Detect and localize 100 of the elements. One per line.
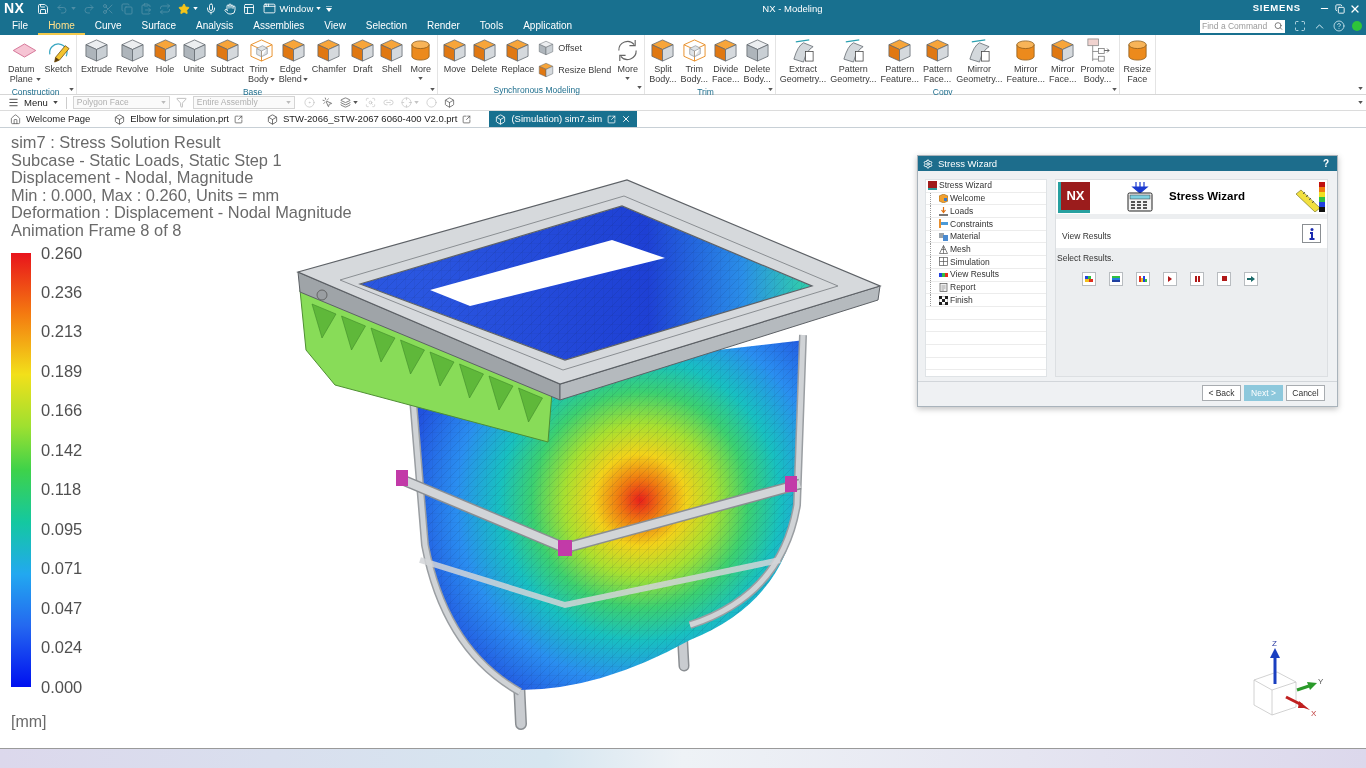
ribbon-tab[interactable]: View [314,17,356,35]
ribbon-button[interactable]: Unite [179,37,209,74]
ribbon-button[interactable]: Mirror Feature... [1004,37,1047,84]
legend-value: 0.047 [41,597,83,618]
ribbon-tab[interactable]: Surface [131,17,186,35]
ribbon-button[interactable]: Subtract [208,37,247,74]
ribbon-button[interactable]: Split Body... [647,37,679,84]
command-search-field[interactable]: Find a Command [1200,19,1285,33]
fullscreen-icon[interactable] [1294,20,1306,32]
ribbon-button[interactable]: Delete [469,37,500,74]
ribbon-button[interactable]: Resize Face [1121,37,1154,84]
part-icon [114,113,126,125]
help-icon[interactable] [1333,20,1345,32]
ribbon-button[interactable]: Extract Geometry... [777,37,829,84]
axis-label: Z [1272,639,1277,648]
window-menu[interactable]: Window [263,0,322,17]
ribbon-button[interactable]: Extrude [79,37,115,74]
ribbon-tab[interactable]: Assemblies [243,17,315,35]
ribbon-tab[interactable]: File [2,17,39,35]
tree-item[interactable]: Simulation [926,256,1046,269]
close-icon[interactable] [621,114,632,124]
star-icon[interactable] [178,2,191,15]
result-info-text: Deformation : Displacement - Nodal Magnitude [11,204,352,222]
ribbon-tab[interactable]: Application [513,17,583,35]
ribbon-button[interactable]: Offset [538,40,612,56]
legend-unit: [mm] [11,711,47,732]
group-label: Synchronous Modeling [493,84,580,95]
microphone-icon[interactable] [205,2,218,15]
tree-item[interactable]: Material [926,230,1046,244]
overflow-caret-icon[interactable] [326,5,333,12]
ribbon-button[interactable]: Shell [377,37,407,74]
ribbon-button[interactable]: Hole [150,37,180,74]
document-tab[interactable]: Elbow for simulation.prt [108,111,249,127]
ribbon-button[interactable]: Edge Blend [276,37,310,84]
ribbon-button[interactable]: Revolve [114,37,151,74]
tool-button[interactable] [1244,271,1258,286]
help-button[interactable]: ? [1322,157,1329,170]
ribbon-tab[interactable]: Analysis [185,17,244,35]
ribbon-button[interactable]: More [613,37,643,80]
dialog-button[interactable]: < Back [1202,385,1241,401]
ribbon-button[interactable]: Replace [499,37,537,74]
caret-icon [1358,101,1363,104]
document-tab[interactable]: STW-2066_STW-2067 6060-400 V2.0.prt [261,111,478,127]
tree-item[interactable]: Finish [926,294,1046,307]
arrow-icon [1247,275,1255,282]
popout-icon[interactable] [234,114,243,124]
ribbon-button[interactable]: Trim Body... [678,37,710,84]
tool-button[interactable] [1190,271,1204,286]
wireframe-cube-icon [248,37,274,63]
tree-item[interactable]: Stress Wizard [926,180,1046,193]
tool-button[interactable] [1217,271,1231,286]
ribbon-button[interactable]: Pattern Face... [921,37,955,84]
ribbon-tab[interactable]: Curve [84,17,132,35]
tree-item[interactable]: View Results [926,268,1046,282]
tree-item[interactable]: Mesh [926,243,1046,257]
part-icon [267,113,278,125]
pointer-icon[interactable] [321,97,333,108]
ribbon-button[interactable]: Pattern Feature... [878,37,922,84]
ribbon-button[interactable]: Pattern Geometry... [828,37,879,84]
ribbon-button[interactable]: Promote Body... [1078,37,1117,84]
ribbon-button[interactable]: Datum Plane [6,37,43,84]
caret-icon [52,101,58,104]
ribbon-button[interactable]: Mirror Face... [1047,37,1079,84]
home-icon [10,113,21,125]
restore-button[interactable] [1332,1,1347,16]
layers-icon[interactable] [339,97,351,108]
save-icon[interactable] [37,2,50,15]
tool-button[interactable] [1163,271,1177,286]
tool-button[interactable] [1109,271,1123,286]
ribbon-tab[interactable]: Selection [355,17,417,35]
tool-button[interactable] [1136,271,1150,286]
hand-icon[interactable] [224,2,237,15]
ribbon-button[interactable]: Move [440,37,470,74]
tree-item[interactable]: Welcome [926,192,1046,206]
ribbon-button[interactable]: Sketch [42,37,75,74]
tree-item[interactable]: Report [926,281,1046,295]
ribbon-button[interactable]: Resize Blend [538,62,612,78]
ribbon-tab[interactable]: Tools [469,17,514,35]
tree-item[interactable]: Constraints [926,218,1046,231]
ribbon-button[interactable]: Chamfer [309,37,349,74]
document-tab[interactable]: Welcome Page [4,111,97,127]
wireframe-cube-icon [681,37,707,63]
info-button[interactable] [1302,224,1321,243]
popout-icon[interactable] [462,114,472,124]
windows-icon[interactable] [243,2,256,15]
document-tab[interactable]: (Simulation) sim7.sim [489,111,638,127]
tool-button[interactable] [1082,271,1096,286]
page-title: View Results [1062,230,1111,243]
ribbon-button[interactable]: Delete Body... [741,37,773,84]
ribbon-button[interactable]: Draft [348,37,378,74]
menu-button[interactable]: Menu [8,96,58,109]
dialog-button[interactable]: Cancel [1286,385,1325,401]
ribbon-button[interactable]: Trim Body [246,37,277,84]
ribbon-button[interactable]: Mirror Geometry... [954,37,1005,84]
tree-item[interactable]: Loads [926,205,1046,219]
ribbon-button[interactable]: Divide Face... [709,37,742,84]
color-map-icon [1139,275,1147,282]
ribbon-button[interactable]: More [406,37,436,80]
cube-icon[interactable] [443,97,455,108]
ribbon-tab[interactable]: Render [417,17,470,35]
